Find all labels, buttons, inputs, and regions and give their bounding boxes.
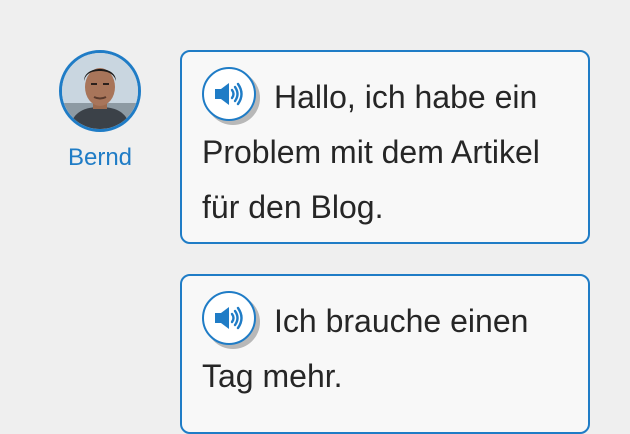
message-bubble: Hallo, ich habe ein Problem mit dem Arti… xyxy=(180,50,590,244)
speaker-block: Bernd xyxy=(56,50,144,172)
message-bubble: Ich brauche einen Tag mehr. xyxy=(180,274,590,434)
avatar xyxy=(59,50,141,132)
speaker-icon xyxy=(215,82,243,105)
portrait-image xyxy=(62,53,138,129)
play-audio-button[interactable] xyxy=(202,290,256,345)
play-audio-button[interactable] xyxy=(202,66,256,121)
speaker-icon xyxy=(215,306,243,329)
speaker-name: Bernd xyxy=(67,144,133,171)
